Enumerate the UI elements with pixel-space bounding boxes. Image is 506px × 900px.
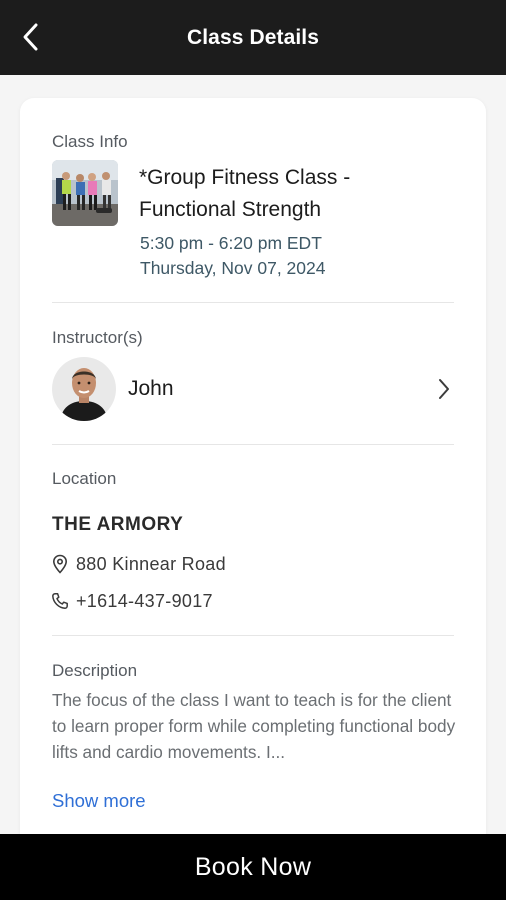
instructor-row[interactable]: John xyxy=(52,356,454,422)
location-label: Location xyxy=(52,469,117,488)
phone-icon xyxy=(50,590,70,612)
location-name: THE ARMORY xyxy=(52,514,184,535)
address-text: 880 Kinnear Road xyxy=(76,553,226,574)
book-now-button[interactable]: Book Now xyxy=(0,834,506,900)
divider xyxy=(52,635,454,636)
divider xyxy=(52,444,454,445)
description-label: Description xyxy=(52,661,138,680)
chevron-right-icon xyxy=(434,375,454,403)
book-now-label: Book Now xyxy=(194,852,312,881)
class-details-card: Class Info *Group Fitness Class - Functi… xyxy=(20,98,486,858)
address-row: 880 Kinnear Road xyxy=(50,553,226,575)
top-bar: Class Details xyxy=(0,0,506,75)
class-time: 5:30 pm - 6:20 pm EDT xyxy=(140,233,322,253)
phone-row[interactable]: +1614-437-9017 xyxy=(50,590,213,612)
class-title: *Group Fitness Class - Functional Streng… xyxy=(139,166,351,221)
class-image xyxy=(52,160,118,226)
map-pin-icon xyxy=(50,553,70,575)
app-screen: Class Details Class Info *Group Fitness … xyxy=(0,0,506,900)
class-date: Thursday, Nov 07, 2024 xyxy=(140,258,326,278)
page-title: Class Details xyxy=(186,25,320,49)
chevron-left-icon xyxy=(23,23,38,51)
back-button[interactable] xyxy=(14,17,46,57)
phone-text[interactable]: +1614-437-9017 xyxy=(76,591,213,612)
instructor-avatar xyxy=(52,357,116,421)
description-text: The focus of the class I want to teach i… xyxy=(52,690,456,762)
instructor-name: John xyxy=(128,377,174,400)
divider xyxy=(52,302,454,303)
class-info-label: Class Info xyxy=(52,132,128,151)
instructor-label: Instructor(s) xyxy=(52,328,143,347)
show-more-link[interactable]: Show more xyxy=(52,790,146,812)
